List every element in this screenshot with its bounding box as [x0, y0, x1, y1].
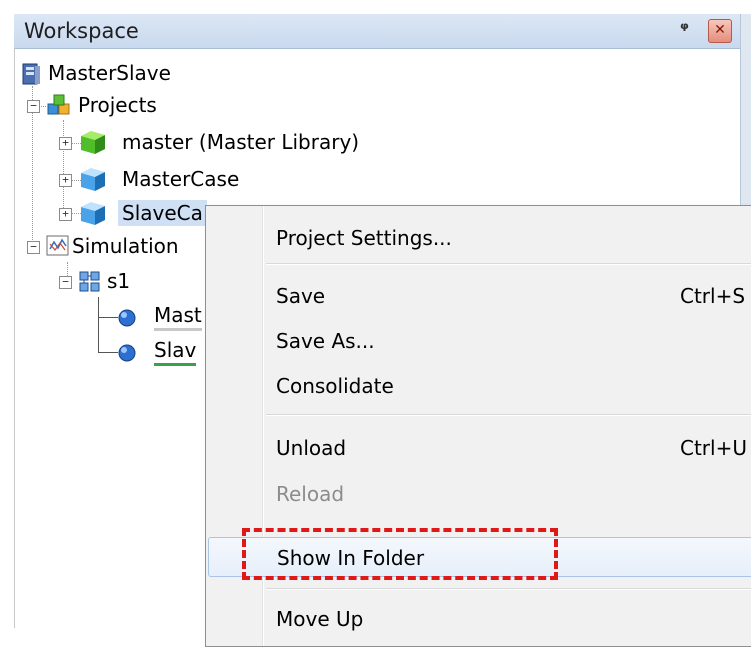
menu-item-label: Move Up	[276, 607, 364, 631]
menu-separator	[266, 414, 751, 416]
blue-cube-icon	[81, 168, 105, 191]
network-icon	[79, 271, 100, 292]
workspace-titlebar: Workspace ᵠ ✕	[14, 14, 740, 49]
menu-item-label: Unload	[276, 436, 347, 460]
menu-item-label: Save	[276, 284, 326, 308]
tree-connector	[98, 297, 99, 353]
context-menu: Project Settings... Save Ctrl+S Save As.…	[205, 205, 751, 647]
menu-divider	[263, 206, 264, 646]
menu-item-shortcut: Ctrl+U	[680, 436, 747, 460]
menu-separator	[266, 588, 751, 590]
tree-connector	[98, 352, 118, 353]
tree-item-label: MasterSlave	[48, 61, 171, 85]
pin-icon[interactable]: ᵠ	[680, 19, 689, 40]
menu-item-shortcut: Ctrl+S	[680, 284, 746, 308]
menu-item-label: Reload	[276, 482, 345, 506]
tree-item-label: Slav	[154, 337, 197, 366]
menu-icon-gutter	[206, 206, 263, 646]
menu-separator	[266, 263, 751, 265]
menu-item-label: Save As...	[276, 329, 375, 353]
menu-item-label: Consolidate	[276, 374, 394, 398]
expand-icon[interactable]: +	[59, 137, 72, 150]
green-cube-icon	[81, 131, 105, 154]
menu-item-move-up[interactable]: Move Up	[210, 599, 751, 639]
panel-title: Workspace	[24, 19, 139, 43]
tree-item-label: master (Master Library)	[122, 130, 360, 154]
blue-cube-icon	[81, 202, 105, 225]
tree-item-label: SlaveCa	[118, 200, 207, 226]
collapse-icon[interactable]: −	[27, 100, 40, 113]
tree-item-label: s1	[107, 269, 131, 293]
tree-item-label: Mast	[154, 302, 202, 331]
collapse-icon[interactable]: −	[27, 241, 40, 254]
tree-item-label: Projects	[78, 93, 157, 117]
tree-item-label: MasterCase	[122, 167, 240, 191]
chart-icon	[46, 235, 69, 256]
menu-item-reload: Reload	[210, 474, 751, 514]
menu-item-label: Project Settings...	[276, 226, 452, 250]
tree-connector	[98, 317, 118, 318]
tree-connector	[63, 120, 64, 214]
close-icon[interactable]: ✕	[708, 19, 732, 43]
expand-icon[interactable]: +	[59, 174, 72, 187]
blue-sphere-icon	[118, 309, 136, 327]
menu-item-save[interactable]: Save Ctrl+S	[210, 276, 751, 316]
menu-item-project-settings[interactable]: Project Settings...	[210, 218, 751, 258]
collapse-icon[interactable]: −	[59, 276, 72, 289]
tree-item-label: Simulation	[72, 234, 179, 258]
expand-icon[interactable]: +	[59, 208, 72, 221]
menu-item-save-as[interactable]: Save As...	[210, 321, 751, 361]
projects-icon	[47, 94, 70, 115]
highlight-annotation	[242, 528, 558, 580]
blue-sphere-icon	[118, 344, 136, 362]
menu-item-unload[interactable]: Unload Ctrl+U	[210, 428, 751, 468]
menu-item-consolidate[interactable]: Consolidate	[210, 366, 751, 406]
server-icon	[22, 63, 40, 85]
